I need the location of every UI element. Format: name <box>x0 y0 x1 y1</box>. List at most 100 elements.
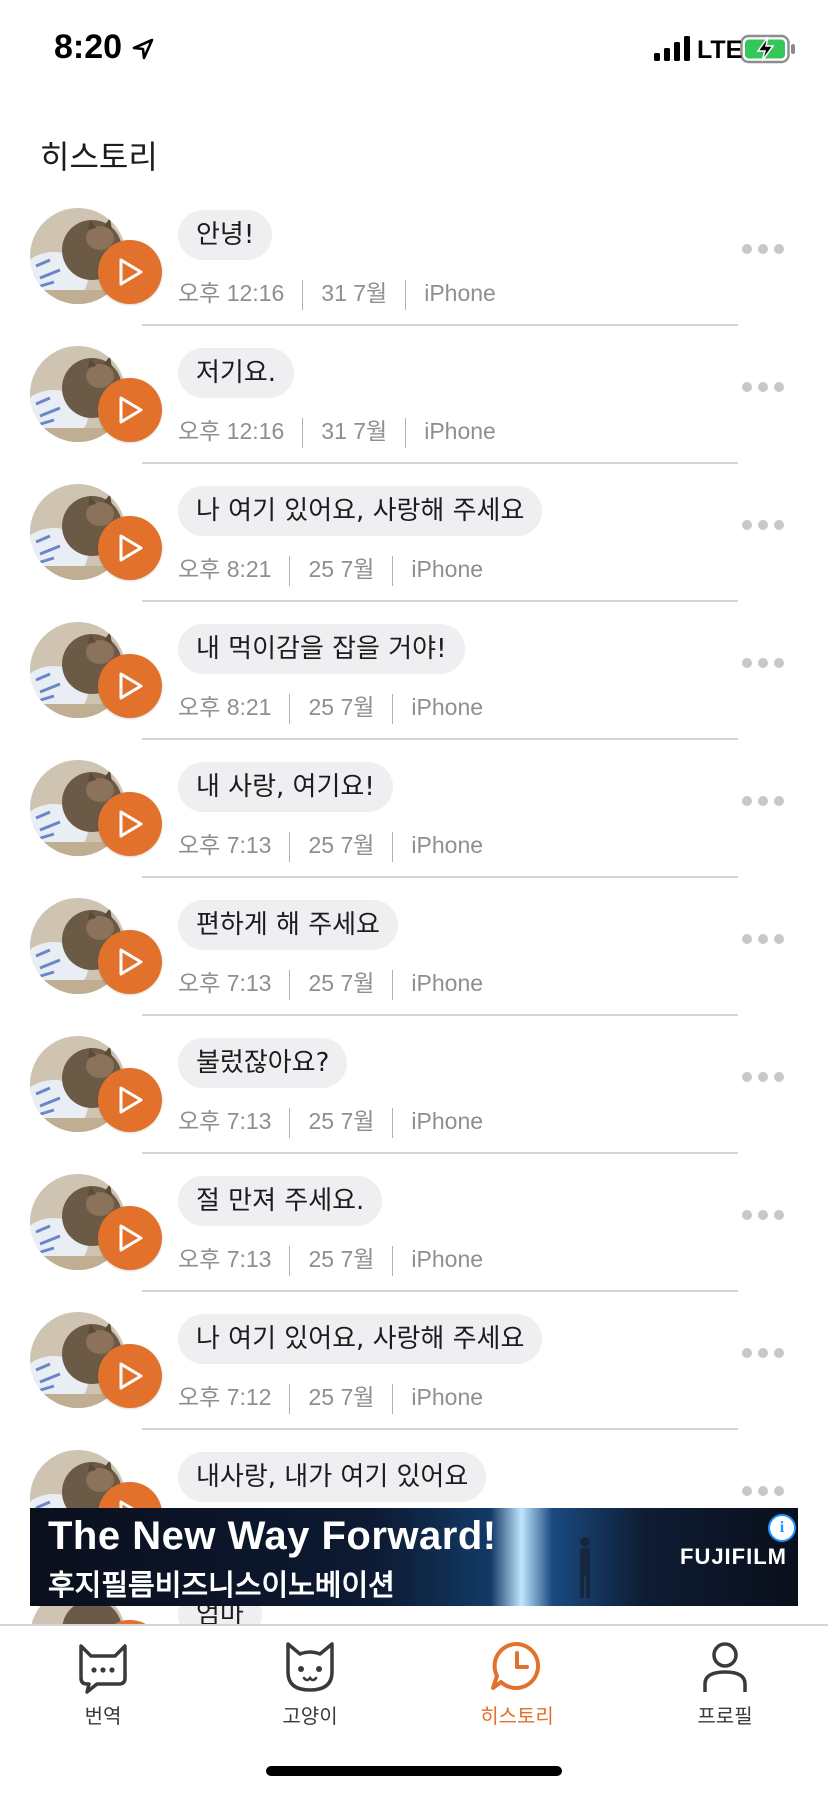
history-row[interactable]: 내 먹이감을 잡을 거야! 오후 8:21 25 7월 iPhone <box>0 618 828 756</box>
location-arrow-icon <box>132 38 154 60</box>
play-icon <box>119 948 143 976</box>
history-list[interactable]: 안녕! 오후 12:16 31 7월 iPhone 저기요. 오후 12:16 31 … <box>0 204 828 1624</box>
ad-info-icon[interactable]: i <box>768 1514 796 1542</box>
meta-divider <box>289 1107 291 1138</box>
play-button[interactable] <box>98 1344 162 1408</box>
history-row[interactable]: 나 여기 있어요, 사랑해 주세요 오후 7:12 25 7월 iPhone <box>0 1308 828 1446</box>
chat-cat-icon <box>79 1644 127 1694</box>
meta-divider <box>392 1245 394 1276</box>
phrase-bubble: 내 사랑, 여기요! <box>178 762 393 812</box>
row-date: 25 7월 <box>308 1246 375 1272</box>
phrase-bubble: 저기요. <box>178 348 295 398</box>
row-date: 25 7월 <box>308 694 375 720</box>
row-device: iPhone <box>411 970 484 996</box>
row-date: 31 7월 <box>321 280 388 306</box>
row-meta: 오후 8:21 25 7월 iPhone <box>178 690 483 724</box>
play-icon <box>119 1086 143 1114</box>
row-meta: 오후 12:16 31 7월 iPhone <box>178 414 496 448</box>
more-options-icon[interactable] <box>742 796 784 810</box>
row-time: 오후 7:13 <box>178 1108 272 1134</box>
signal-icon <box>654 36 690 61</box>
play-button[interactable] <box>98 1068 162 1132</box>
row-divider <box>142 462 738 464</box>
play-icon <box>119 396 143 424</box>
row-divider <box>142 876 738 878</box>
play-icon <box>119 672 143 700</box>
home-indicator[interactable] <box>266 1766 562 1776</box>
tab-translate[interactable]: 번역 <box>33 1640 173 1740</box>
more-options-icon[interactable] <box>742 1348 784 1362</box>
meta-divider <box>289 1245 291 1276</box>
meta-divider <box>289 1383 291 1414</box>
row-divider <box>142 324 738 326</box>
status-time: 8:20 <box>54 28 123 66</box>
play-button[interactable] <box>98 792 162 856</box>
tab-label: 프로필 <box>697 1704 753 1728</box>
history-row[interactable]: 불렀잖아요? 오후 7:13 25 7월 iPhone <box>0 1032 828 1170</box>
history-row[interactable]: 안녕! 오후 12:16 31 7월 iPhone <box>0 204 828 342</box>
clock-bubble-icon <box>491 1641 541 1690</box>
ad-subline: 후지필름비즈니스이노베이션 <box>48 1568 395 1602</box>
phrase-bubble: 내사랑, 내가 여기 있어요 <box>178 1452 487 1502</box>
network-type: LTE <box>697 36 743 64</box>
more-options-icon[interactable] <box>742 382 784 396</box>
row-date: 31 7월 <box>321 418 388 444</box>
ad-brand-logo: FUJIFILM <box>680 1544 787 1569</box>
row-meta: 오후 12:16 31 7월 iPhone <box>178 276 496 310</box>
row-date: 25 7월 <box>308 1384 375 1410</box>
row-divider <box>142 1290 738 1292</box>
row-meta: 오후 7:13 25 7월 iPhone <box>178 828 483 862</box>
row-divider <box>142 1152 738 1154</box>
more-options-icon[interactable] <box>742 1210 784 1224</box>
row-divider <box>142 600 738 602</box>
row-time: 오후 12:16 <box>178 418 285 444</box>
tab-cat[interactable]: 고양이 <box>240 1640 380 1740</box>
play-button[interactable] <box>98 654 162 718</box>
history-row[interactable]: 편하게 해 주세요 오후 7:13 25 7월 iPhone <box>0 894 828 1032</box>
meta-divider <box>392 969 394 1000</box>
tab-history[interactable]: 히스토리 <box>447 1640 587 1740</box>
more-options-icon[interactable] <box>742 1486 784 1500</box>
play-button[interactable] <box>98 1206 162 1270</box>
row-divider <box>142 738 738 740</box>
row-date: 25 7월 <box>308 556 375 582</box>
more-options-icon[interactable] <box>742 1072 784 1086</box>
play-button[interactable] <box>98 930 162 994</box>
more-options-icon[interactable] <box>742 658 784 672</box>
meta-divider <box>405 279 407 310</box>
row-time: 오후 8:21 <box>178 556 272 582</box>
play-button[interactable] <box>98 240 162 304</box>
banner-ad[interactable]: The New Way Forward! 후지필름비즈니스이노베이션 FUJIF… <box>30 1508 798 1606</box>
history-row[interactable]: 나 여기 있어요, 사랑해 주세요 오후 8:21 25 7월 iPhone <box>0 480 828 618</box>
row-device: iPhone <box>411 694 484 720</box>
more-options-icon[interactable] <box>742 520 784 534</box>
play-icon <box>119 534 143 562</box>
tab-label: 번역 <box>84 1704 122 1728</box>
history-row[interactable]: 내 사랑, 여기요! 오후 7:13 25 7월 iPhone <box>0 756 828 894</box>
row-time: 오후 7:13 <box>178 832 272 858</box>
meta-divider <box>289 969 291 1000</box>
row-date: 25 7월 <box>308 832 375 858</box>
history-row[interactable]: 저기요. 오후 12:16 31 7월 iPhone <box>0 342 828 480</box>
play-button[interactable] <box>98 516 162 580</box>
row-time: 오후 7:13 <box>178 1246 272 1272</box>
row-meta: 오후 8:21 25 7월 iPhone <box>178 552 483 586</box>
phrase-bubble: 안녕! <box>178 210 273 260</box>
history-row[interactable]: 절 만져 주세요. 오후 7:13 25 7월 iPhone <box>0 1170 828 1308</box>
meta-divider <box>405 417 407 448</box>
meta-divider <box>392 693 394 724</box>
row-meta: 오후 7:12 25 7월 iPhone <box>178 1380 483 1414</box>
play-icon <box>119 258 143 286</box>
more-options-icon[interactable] <box>742 244 784 258</box>
meta-divider <box>289 693 291 724</box>
row-device: iPhone <box>411 832 484 858</box>
play-button[interactable] <box>98 378 162 442</box>
phrase-bubble: 나 여기 있어요, 사랑해 주세요 <box>178 486 543 536</box>
row-time: 오후 7:13 <box>178 970 272 996</box>
tab-label: 히스토리 <box>480 1704 554 1728</box>
ad-silhouette-figure <box>580 1537 590 1598</box>
page-title: 히스토리 <box>40 138 158 176</box>
more-options-icon[interactable] <box>742 934 784 948</box>
phrase-bubble: 나 여기 있어요, 사랑해 주세요 <box>178 1314 543 1364</box>
tab-profile[interactable]: 프로필 <box>655 1640 795 1740</box>
